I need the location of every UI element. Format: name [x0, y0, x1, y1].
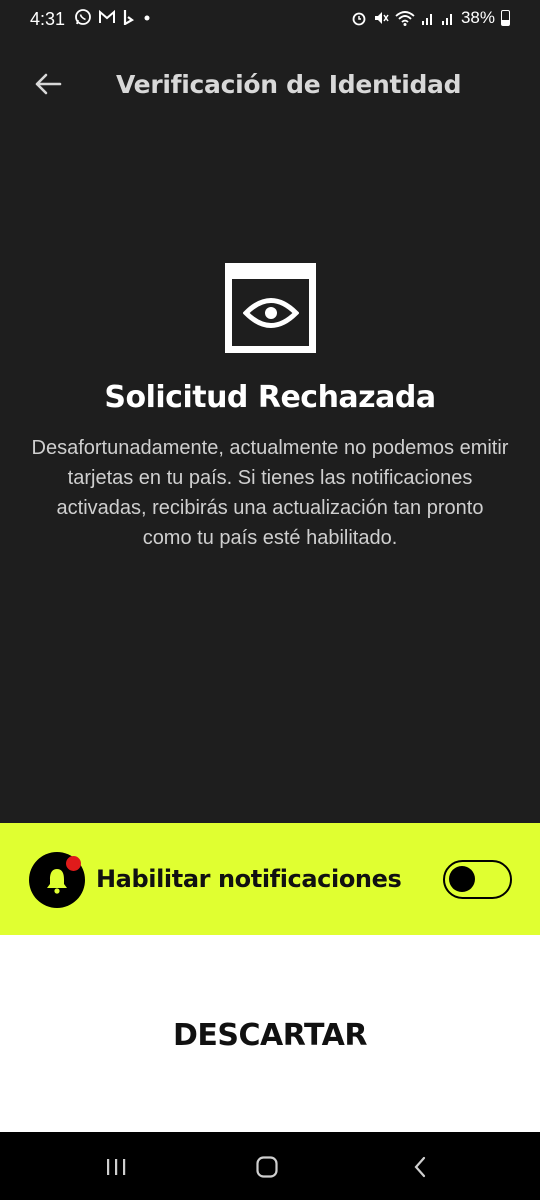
- eye-icon: [242, 297, 299, 328]
- gmail-icon: [99, 9, 115, 23]
- recent-apps-button[interactable]: [96, 1152, 136, 1182]
- bell-badge: [29, 852, 85, 908]
- back-nav-button[interactable]: [400, 1152, 440, 1182]
- signal-icon: [421, 14, 432, 25]
- rejection-description: Desafortunadamente, actualmente no podem…: [31, 437, 509, 549]
- alarm-icon: [352, 12, 366, 26]
- mute-icon: [374, 12, 389, 24]
- rejection-heading: Solicitud Rechazada: [104, 380, 436, 415]
- dismiss-button[interactable]: DESCARTAR: [120, 1005, 420, 1065]
- home-button[interactable]: [247, 1152, 287, 1182]
- page-title: Verificación de Identidad: [116, 70, 462, 99]
- bell-icon: [47, 869, 67, 894]
- battery-icon: [501, 10, 510, 26]
- status-time: 4:31: [30, 9, 66, 29]
- b-app-icon: [123, 10, 134, 25]
- home-icon: [256, 1156, 278, 1178]
- header: Verificación de Identidad: [0, 58, 540, 110]
- toggle-knob: [449, 866, 475, 892]
- chevron-left-icon: [414, 1156, 426, 1178]
- notification-banner: Habilitar notificaciones: [0, 823, 540, 935]
- notification-label: Habilitar notificaciones: [96, 865, 402, 893]
- dot-icon: [144, 15, 150, 21]
- signal-icon: [441, 14, 452, 25]
- arrow-left-icon: [35, 73, 62, 95]
- status-left-icons: [74, 8, 152, 26]
- eye-window-icon: [225, 263, 316, 353]
- whatsapp-icon: [75, 9, 91, 25]
- notification-dot: [66, 856, 81, 871]
- battery-percent: 38%: [460, 8, 495, 27]
- wifi-icon: [395, 11, 415, 26]
- status-right-icons: 38%: [351, 8, 510, 28]
- notification-toggle[interactable]: [443, 860, 512, 899]
- system-nav-bar: [0, 1132, 540, 1200]
- eye-window-inner: [232, 279, 309, 346]
- screen: 4:31 38% Verificación de Identidad Solic…: [0, 0, 540, 1200]
- status-bar: 4:31 38%: [0, 0, 540, 40]
- back-button[interactable]: [28, 68, 68, 100]
- bottom-area: DESCARTAR: [0, 935, 540, 1132]
- recent-apps-icon: [107, 1159, 126, 1175]
